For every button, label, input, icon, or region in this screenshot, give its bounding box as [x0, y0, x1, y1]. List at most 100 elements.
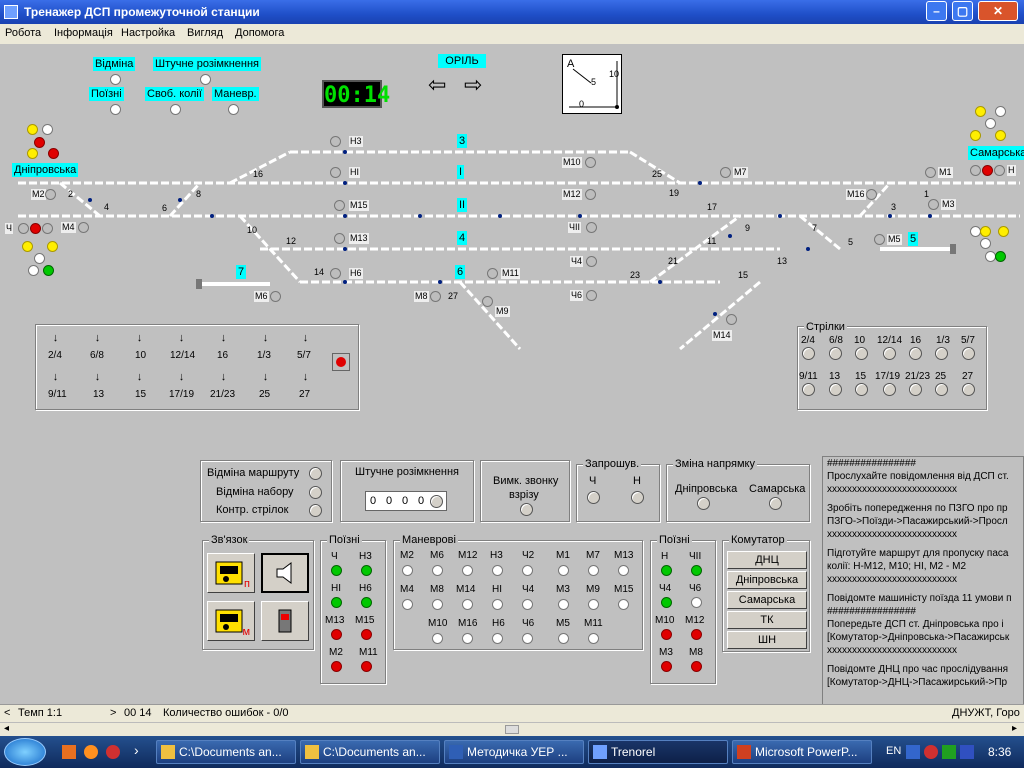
taskbar-item-explorer-1[interactable]: C:\Documents an... [156, 740, 296, 764]
scroll-left-icon[interactable]: ◂ [4, 723, 9, 734]
signal-m12[interactable]: М12 [562, 189, 582, 200]
switch-toggle[interactable] [909, 347, 922, 360]
shunt-lamp[interactable] [522, 633, 533, 644]
route-arrow-icon[interactable]: ↓ [260, 369, 271, 385]
request-n-button[interactable] [631, 491, 644, 504]
tempo-increase-button[interactable]: > [110, 707, 116, 719]
message-log[interactable]: ################ Прослухайте повідомленн… [822, 456, 1024, 706]
signal-ch6[interactable]: Ч6 [570, 290, 584, 301]
route-arrow-icon[interactable]: ↓ [218, 369, 229, 385]
train-right-lamp[interactable] [661, 565, 672, 576]
menu-help[interactable]: Допомога [235, 27, 284, 39]
route-stop-button[interactable] [332, 353, 350, 371]
commutator-dnc-button[interactable]: ДНЦ [727, 551, 807, 569]
signal-m7[interactable]: М7 [733, 167, 748, 178]
signal-chii[interactable]: ЧІІ [568, 222, 581, 233]
menu-work[interactable]: Робота [5, 27, 41, 39]
switch-toggle[interactable] [855, 347, 868, 360]
shunt-lamp[interactable] [432, 599, 443, 610]
train-left-lamp[interactable] [361, 597, 372, 608]
signal-m13[interactable]: М13 [349, 233, 369, 244]
quicklaunch-media-icon[interactable] [106, 745, 120, 759]
menu-settings[interactable]: Настройка [121, 27, 175, 39]
commutator-shn-button[interactable]: ШН [727, 631, 807, 649]
route-arrow-icon[interactable]: ↓ [260, 330, 271, 346]
signal-ch[interactable]: Ч [5, 223, 13, 234]
switch-toggle[interactable] [883, 347, 896, 360]
direction-samar-button[interactable] [769, 497, 782, 510]
shunt-lamp[interactable] [618, 599, 629, 610]
shunt-lamp[interactable] [558, 599, 569, 610]
switch-toggle[interactable] [829, 383, 842, 396]
shunt-lamp[interactable] [462, 633, 473, 644]
commutator-samar-button[interactable]: Самарська [727, 591, 807, 609]
scroll-right-icon[interactable]: ▸ [1012, 723, 1017, 734]
switch-toggle[interactable] [962, 347, 975, 360]
shunt-lamp[interactable] [462, 599, 473, 610]
cancel-set-button[interactable] [309, 486, 322, 499]
shunt-lamp[interactable] [618, 565, 629, 576]
shunt-lamp[interactable] [432, 565, 443, 576]
signal-m4[interactable]: М4 [61, 222, 76, 233]
signal-m15[interactable]: М15 [349, 200, 369, 211]
signal-m3[interactable]: М3 [941, 199, 956, 210]
minimize-button[interactable]: – [926, 1, 947, 21]
signal-m14[interactable]: М14 [712, 330, 732, 341]
shunt-lamp[interactable] [492, 599, 503, 610]
train-left-lamp[interactable] [361, 661, 372, 672]
clock[interactable]: 8:36 [988, 745, 1011, 759]
speaker-button[interactable] [261, 553, 309, 593]
shunt-lamp[interactable] [588, 565, 599, 576]
shunt-lamp[interactable] [462, 565, 473, 576]
train-right-lamp[interactable] [691, 661, 702, 672]
taskbar-item-word[interactable]: Методичка УЕР ... [444, 740, 584, 764]
direction-dnipro-button[interactable] [697, 497, 710, 510]
switch-toggle[interactable] [935, 383, 948, 396]
train-right-lamp[interactable] [661, 629, 672, 640]
start-button[interactable] [4, 738, 46, 766]
shunt-lamp[interactable] [522, 599, 533, 610]
signal-m5[interactable]: М5 [887, 234, 902, 245]
switch-toggle[interactable] [829, 347, 842, 360]
signal-n[interactable]: Н [1007, 165, 1016, 176]
signal-m6[interactable]: М6 [254, 291, 269, 302]
route-arrow-icon[interactable]: ↓ [134, 369, 145, 385]
phone-p-button[interactable]: п [207, 553, 255, 593]
train-right-lamp[interactable] [691, 565, 702, 576]
taskbar-item-powerpoint[interactable]: Microsoft PowerP... [732, 740, 872, 764]
request-ch-button[interactable] [587, 491, 600, 504]
bell-off-button[interactable] [520, 503, 533, 516]
quicklaunch-browser-icon[interactable] [84, 745, 98, 759]
route-arrow-icon[interactable]: ↓ [134, 330, 145, 346]
signal-m2[interactable]: М2 [31, 189, 46, 200]
train-right-lamp[interactable] [661, 597, 672, 608]
taskbar-item-explorer-2[interactable]: C:\Documents an... [300, 740, 440, 764]
tray-network-icon[interactable] [906, 745, 920, 759]
switch-toggle[interactable] [883, 383, 896, 396]
switch-toggle[interactable] [802, 347, 815, 360]
signal-ch4[interactable]: Ч4 [570, 256, 584, 267]
train-right-lamp[interactable] [661, 661, 672, 672]
shunt-lamp[interactable] [558, 633, 569, 644]
route-arrow-icon[interactable]: ↓ [176, 330, 187, 346]
horizontal-scrollbar[interactable]: ◂ ▸ [0, 722, 1024, 736]
switch-toggle[interactable] [802, 383, 815, 396]
signal-m10[interactable]: М10 [562, 157, 582, 168]
train-left-lamp[interactable] [331, 597, 342, 608]
route-arrow-icon[interactable]: ↓ [50, 369, 61, 385]
shunt-lamp[interactable] [492, 633, 503, 644]
close-button[interactable]: ✕ [978, 1, 1018, 21]
train-left-lamp[interactable] [361, 565, 372, 576]
switch-toggle[interactable] [935, 347, 948, 360]
quicklaunch-folder-icon[interactable] [62, 745, 76, 759]
quicklaunch-more-icon[interactable]: › [134, 742, 139, 758]
train-right-lamp[interactable] [691, 597, 702, 608]
route-arrow-icon[interactable]: ↓ [300, 330, 311, 346]
menu-view[interactable]: Вигляд [187, 27, 223, 39]
menu-info[interactable]: Інформація [54, 27, 113, 39]
scroll-thumb[interactable] [505, 725, 519, 734]
route-arrow-icon[interactable]: ↓ [300, 369, 311, 385]
tray-antivirus-icon[interactable] [924, 745, 938, 759]
check-switches-button[interactable] [309, 504, 322, 517]
signal-m11[interactable]: М11 [501, 268, 520, 279]
